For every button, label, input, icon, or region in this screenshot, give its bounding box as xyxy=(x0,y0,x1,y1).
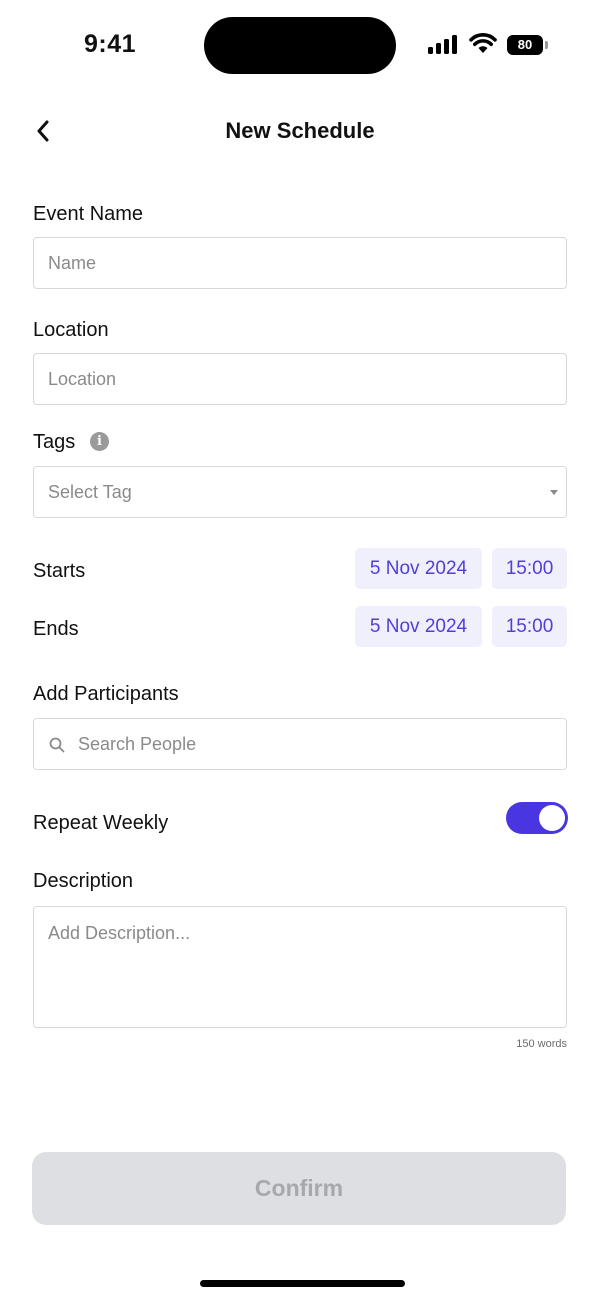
dynamic-island xyxy=(204,17,396,74)
end-time-chip[interactable]: 15:00 xyxy=(492,606,567,647)
participants-search-field[interactable] xyxy=(33,718,567,770)
end-date-chip[interactable]: 5 Nov 2024 xyxy=(355,606,482,647)
nav-bar: New Schedule xyxy=(0,108,600,154)
start-time-chip[interactable]: 15:00 xyxy=(492,548,567,589)
repeat-weekly-label: Repeat Weekly xyxy=(33,812,169,834)
tag-select[interactable]: Select Tag xyxy=(33,466,567,518)
search-icon xyxy=(49,737,65,753)
participants-label: Add Participants xyxy=(33,683,179,705)
battery-level: 80 xyxy=(507,35,543,55)
confirm-button[interactable]: Confirm xyxy=(32,1152,566,1225)
event-name-label: Event Name xyxy=(33,203,144,225)
toggle-knob xyxy=(539,805,565,831)
ends-label: Ends xyxy=(33,618,79,640)
description-textarea[interactable] xyxy=(34,907,566,1027)
home-indicator xyxy=(200,1280,405,1287)
event-name-field[interactable] xyxy=(33,237,567,289)
description-label: Description xyxy=(33,870,134,892)
repeat-weekly-toggle[interactable] xyxy=(506,802,568,834)
tags-label: Tags xyxy=(33,431,76,453)
wifi-icon xyxy=(469,33,497,53)
location-label: Location xyxy=(33,319,109,341)
tag-select-placeholder: Select Tag xyxy=(48,481,132,502)
status-bar: 9:41 80 xyxy=(0,0,600,90)
page-title: New Schedule xyxy=(225,118,375,143)
info-icon[interactable]: i xyxy=(90,432,109,451)
status-time: 9:41 xyxy=(84,30,137,58)
start-date-chip[interactable]: 5 Nov 2024 xyxy=(355,548,482,589)
event-name-input[interactable] xyxy=(34,238,566,288)
location-input[interactable] xyxy=(34,354,566,404)
word-counter: 150 words xyxy=(516,1038,567,1050)
battery-icon: 80 xyxy=(507,35,549,55)
starts-label: Starts xyxy=(33,560,86,582)
signal-icon xyxy=(428,34,458,54)
participants-search-input[interactable] xyxy=(34,719,566,769)
description-field[interactable] xyxy=(33,906,567,1028)
chevron-down-icon xyxy=(550,490,558,495)
location-field[interactable] xyxy=(33,353,567,405)
